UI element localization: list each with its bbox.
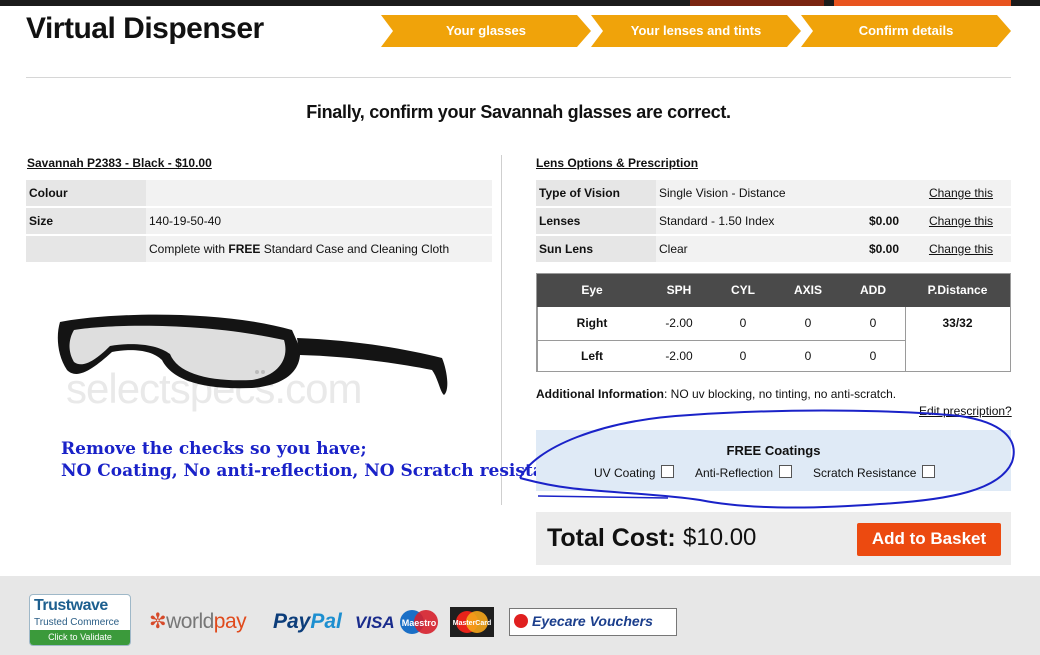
- page-title: Virtual Dispenser: [26, 12, 264, 45]
- add-value: 0: [869, 349, 877, 363]
- header-divider: [26, 77, 1011, 78]
- frame-colour-value: [146, 180, 492, 206]
- prescription-header: Eye SPH CYL AXIS ADD P.Distance: [537, 274, 1010, 307]
- eye-right: Right: [576, 316, 608, 330]
- additional-info: Additional Information: NO uv blocking, …: [536, 387, 897, 401]
- header-add: ADD: [860, 283, 886, 297]
- table-row: Type of Vision Single Vision - Distance …: [536, 180, 1011, 206]
- header-eye: Eye: [581, 283, 603, 297]
- divider: [537, 307, 538, 371]
- table-row: Sun Lens Clear $0.00 Change this: [536, 236, 1011, 262]
- lens-options-table: Type of Vision Single Vision - Distance …: [536, 178, 1011, 264]
- lens-row-price: $0.00: [844, 208, 911, 234]
- step-your-glasses[interactable]: Your glasses: [381, 15, 591, 47]
- anti-reflection-option[interactable]: Anti-Reflection: [695, 465, 793, 480]
- top-bar-tab[interactable]: [690, 0, 824, 6]
- change-vision-link[interactable]: Change this: [911, 180, 1011, 206]
- worldpay-logo: ✼worldpay: [149, 610, 247, 633]
- uv-coating-option[interactable]: UV Coating: [594, 465, 675, 480]
- lens-row-value: Standard - 1.50 Index: [656, 208, 844, 234]
- svg-text:MasterCard: MasterCard: [453, 620, 492, 627]
- prescription-table: Eye SPH CYL AXIS ADD P.Distance Right -2…: [536, 273, 1011, 372]
- free-coatings-panel: FREE Coatings UV Coating Anti-Reflection…: [536, 430, 1011, 491]
- sph-value: -2.00: [665, 349, 693, 363]
- lens-row-value: Single Vision - Distance: [656, 180, 844, 206]
- top-bar-tab-active[interactable]: [834, 0, 1011, 6]
- frame-size-label: Size: [26, 208, 146, 234]
- annotation-text: Remove the checks so you have; NO Coatin…: [61, 439, 598, 481]
- frame-extras-value: Complete with FREE Standard Case and Cle…: [146, 236, 492, 262]
- uv-coating-checkbox[interactable]: [661, 465, 675, 478]
- table-row: Complete with FREE Standard Case and Cle…: [26, 236, 492, 262]
- lens-row-label: Type of Vision: [536, 180, 656, 206]
- pd-value: 33/32: [942, 316, 973, 330]
- top-bar: [0, 0, 1040, 6]
- table-row: Right -2.00 0 0 0: [537, 307, 905, 341]
- change-lenses-link[interactable]: Change this: [911, 208, 1011, 234]
- anti-reflection-checkbox[interactable]: [779, 465, 793, 478]
- axis-value: 0: [804, 349, 812, 363]
- glasses-image: [57, 314, 448, 395]
- cyl-value: 0: [739, 316, 747, 330]
- edit-prescription-link[interactable]: Edit prescription?: [919, 404, 1012, 418]
- footer: Trustwave Trusted Commerce Click to Vali…: [0, 576, 1040, 655]
- step-confirm-details[interactable]: Confirm details: [801, 15, 1011, 47]
- mastercard-logo: MasterCard: [450, 607, 494, 637]
- frame-size-value: 140-19-50-40: [146, 208, 492, 234]
- lens-options-title[interactable]: Lens Options & Prescription: [536, 156, 698, 170]
- frame-colour-label: Colour: [26, 180, 146, 206]
- paypal-logo: PayPal: [273, 610, 342, 633]
- maestro-logo: Maestro: [400, 610, 438, 634]
- confirm-headline: Finally, confirm your Savannah glasses a…: [306, 102, 731, 122]
- eyecare-vouchers-logo: Eyecare Vouchers: [509, 608, 677, 636]
- lens-row-value: Clear: [656, 236, 844, 262]
- step-your-lenses[interactable]: Your lenses and tints: [591, 15, 801, 47]
- table-row: Colour: [26, 180, 492, 206]
- table-row: Size 140-19-50-40: [26, 208, 492, 234]
- lens-row-label: Sun Lens: [536, 236, 656, 262]
- sph-value: -2.00: [665, 316, 693, 330]
- visa-logo: VISA: [355, 613, 395, 632]
- cyl-value: 0: [739, 349, 747, 363]
- eye-left: Left: [581, 349, 603, 363]
- add-to-basket-button[interactable]: Add to Basket: [857, 523, 1001, 556]
- trustwave-badge[interactable]: Trustwave Trusted Commerce Click to Vali…: [29, 594, 131, 646]
- lens-row-price: $0.00: [844, 236, 911, 262]
- header-pd: P.Distance: [927, 283, 988, 297]
- lens-row-price: [844, 180, 911, 206]
- total-cost-label: Total Cost:: [547, 524, 676, 552]
- total-cost-value: $10.00: [683, 524, 757, 551]
- lens-row-label: Lenses: [536, 208, 656, 234]
- progress-steps: Your glasses Your lenses and tints Confi…: [381, 15, 1013, 47]
- svg-text:Maestro: Maestro: [402, 618, 437, 628]
- change-sun-lens-link[interactable]: Change this: [911, 236, 1011, 262]
- scratch-resistance-checkbox[interactable]: [922, 465, 936, 478]
- header-axis: AXIS: [793, 283, 822, 297]
- add-value: 0: [869, 316, 877, 330]
- frame-extras-label: [26, 236, 146, 262]
- total-cost-panel: Total Cost: $10.00 Add to Basket: [536, 512, 1011, 565]
- header-sph: SPH: [666, 283, 692, 297]
- frame-title[interactable]: Savannah P2383 - Black - $10.00: [27, 156, 212, 170]
- frame-details-table: Colour Size 140-19-50-40 Complete with F…: [26, 178, 492, 264]
- scratch-resistance-option[interactable]: Scratch Resistance: [813, 465, 936, 480]
- coatings-title: FREE Coatings: [726, 443, 821, 458]
- table-row: Lenses Standard - 1.50 Index $0.00 Chang…: [536, 208, 1011, 234]
- axis-value: 0: [804, 316, 812, 330]
- header-cyl: CYL: [731, 283, 755, 297]
- table-row: Left -2.00 0 0 0: [537, 340, 905, 373]
